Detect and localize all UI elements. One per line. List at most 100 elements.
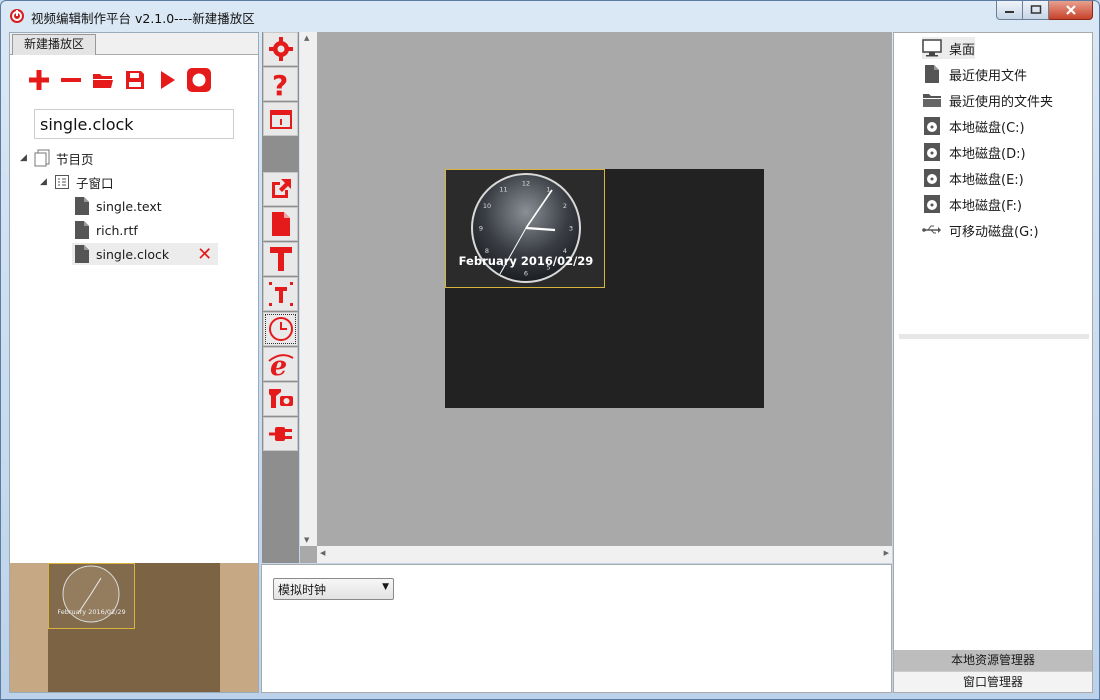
window-icon [269, 110, 292, 129]
resource-label: 桌面 [949, 42, 976, 58]
tab-local-resource-manager[interactable]: 本地资源管理器 [894, 650, 1092, 671]
stop-button[interactable] [184, 65, 213, 95]
settings-icon [268, 37, 293, 61]
tree-item-subwindow[interactable]: ◢ 子窗口 [40, 171, 114, 193]
tree-item-single-clock[interactable]: single.clock ✕ [72, 243, 218, 265]
clock-numeral: 6 [524, 269, 528, 277]
design-canvas[interactable]: ▲ ▼ ◀ ▶ 121234567891011 [300, 32, 892, 563]
resource-label: 本地磁盘(F:) [949, 198, 1022, 214]
clock-numeral: 11 [499, 185, 507, 193]
scroll-down-arrow-icon[interactable]: ▼ [304, 536, 309, 544]
collapse-arrow-icon[interactable]: ◢ [20, 153, 32, 163]
export-button[interactable] [263, 172, 298, 206]
window-title: 视频编辑制作平台 v2.1.0----新建播放区 [31, 11, 255, 26]
clock-numeral: 2 [563, 202, 567, 210]
app-window: 视频编辑制作平台 v2.1.0----新建播放区 新建播放区 single.cl… [0, 0, 1100, 700]
clock-element-button[interactable] [263, 312, 298, 346]
analog-clock-face: 121234567891011 [471, 173, 581, 283]
resource-item-desktop[interactable]: 桌面 [922, 37, 976, 59]
text-box-icon [268, 282, 293, 306]
resource-item-recent-folders[interactable]: 最近使用的文件夹 [922, 89, 1053, 111]
remove-icon [60, 78, 81, 82]
element-toolbar: ? e [262, 32, 299, 563]
desktop-icon [922, 38, 942, 58]
resource-item-removable-g[interactable]: 可移动磁盘(G:) [922, 219, 1039, 241]
maximize-icon [1030, 5, 1041, 14]
tab-strip: 新建播放区 [10, 33, 258, 55]
clock-numeral: 3 [569, 224, 573, 232]
disk-icon [922, 168, 942, 188]
settings-button[interactable] [263, 32, 298, 66]
scroll-left-arrow-icon[interactable]: ◀ [320, 549, 325, 557]
close-icon [1065, 5, 1076, 15]
export-icon [271, 179, 291, 198]
help-button[interactable]: ? [263, 67, 298, 101]
remove-button[interactable] [56, 65, 85, 95]
play-screen[interactable]: 121234567891011 February 2016/02/29 [445, 169, 764, 408]
clock-type-select[interactable]: 模拟时钟 ▼ [273, 578, 394, 600]
text-element-button[interactable] [263, 242, 298, 276]
text-box-button[interactable] [263, 277, 298, 311]
resource-label: 本地磁盘(C:) [949, 120, 1025, 136]
scroll-right-arrow-icon[interactable]: ▶ [884, 549, 889, 557]
tree-item-page[interactable]: ◢ 节目页 [20, 147, 94, 169]
resource-item-disk-e[interactable]: 本地磁盘(E:) [922, 167, 1024, 189]
file-icon [72, 220, 92, 240]
clock-icon [268, 317, 293, 341]
scroll-up-arrow-icon[interactable]: ▲ [304, 34, 309, 42]
play-icon [160, 71, 175, 89]
clock-numeral: 10 [483, 202, 491, 210]
preview-date: February 2016/02/29 [57, 608, 126, 616]
plugin-icon [268, 427, 292, 441]
save-icon [125, 71, 144, 89]
title-bar[interactable]: 视频编辑制作平台 v2.1.0----新建播放区 [1, 1, 1099, 31]
save-button[interactable] [120, 65, 149, 95]
file-icon [922, 64, 942, 84]
open-folder-icon [92, 74, 113, 88]
tree-item-single-text[interactable]: single.text [72, 195, 162, 217]
delete-item-icon[interactable]: ✕ [197, 244, 212, 265]
clock-numeral: 12 [522, 179, 530, 187]
file-element-button[interactable] [263, 207, 298, 241]
play-button[interactable] [152, 65, 181, 95]
vertical-scrollbar[interactable]: ▲ ▼ [300, 32, 317, 546]
tree-label: single.text [96, 198, 162, 214]
help-icon: ? [272, 70, 288, 98]
resource-label: 本地磁盘(E:) [949, 172, 1024, 188]
camera-element-button[interactable] [263, 382, 298, 416]
maximize-button[interactable] [1023, 1, 1049, 20]
minimize-button[interactable] [996, 1, 1023, 20]
clock-numeral: 9 [479, 224, 483, 232]
resource-item-recent-files[interactable]: 最近使用文件 [922, 63, 1027, 85]
resource-item-disk-c[interactable]: 本地磁盘(C:) [922, 115, 1025, 137]
open-button[interactable] [88, 65, 117, 95]
grid-window-icon [52, 172, 72, 192]
resource-item-disk-f[interactable]: 本地磁盘(F:) [922, 193, 1022, 215]
add-button[interactable] [24, 65, 53, 95]
preview-clock-window[interactable]: February 2016/02/29 [48, 563, 135, 629]
thumbnail-preview: February 2016/02/29 [10, 563, 258, 692]
close-button[interactable] [1049, 1, 1093, 20]
clock-window[interactable]: 121234567891011 February 2016/02/29 [445, 169, 605, 288]
tree-label-page: 节目页 [56, 151, 94, 167]
tab-window-manager[interactable]: 窗口管理器 [894, 671, 1092, 692]
browser-element-button[interactable]: e [263, 347, 298, 381]
resource-item-disk-d[interactable]: 本地磁盘(D:) [922, 141, 1026, 163]
camera-icon [268, 389, 293, 408]
file-icon [271, 212, 290, 236]
disk-icon [922, 194, 942, 214]
program-name-input[interactable] [34, 109, 234, 139]
tree-item-rich-rtf[interactable]: rich.rtf [72, 219, 138, 241]
app-logo-icon [10, 9, 24, 23]
pages-icon [32, 148, 52, 168]
clock-type-value: 模拟时钟 [278, 583, 327, 597]
tab-new-play-area[interactable]: 新建播放区 [12, 34, 96, 55]
plugin-element-button[interactable] [263, 417, 298, 451]
resource-label: 可移动磁盘(G:) [949, 224, 1039, 240]
program-toolbar [24, 65, 213, 95]
horizontal-scrollbar[interactable]: ◀ ▶ [317, 546, 892, 563]
panel-splitter[interactable] [899, 334, 1089, 339]
resource-label: 最近使用的文件夹 [949, 94, 1054, 110]
collapse-arrow-icon[interactable]: ◢ [40, 177, 52, 187]
window-button[interactable] [263, 102, 298, 136]
